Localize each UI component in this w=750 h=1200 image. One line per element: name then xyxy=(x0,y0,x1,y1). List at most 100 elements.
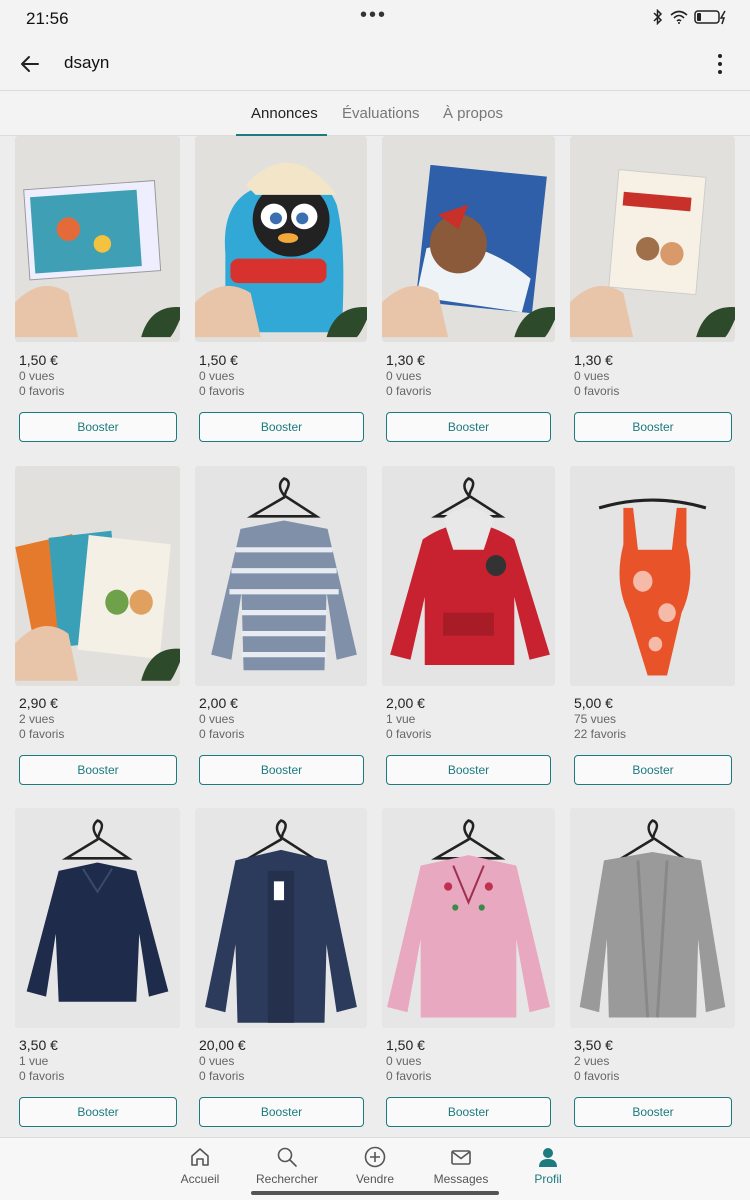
listing-card[interactable]: 1,50 €0 vues 0 favoris Booster xyxy=(15,136,180,446)
listing-photo[interactable] xyxy=(570,466,735,686)
bluetooth-icon xyxy=(653,9,663,25)
listing-price: 20,00 € xyxy=(199,1037,246,1053)
listing-views: 0 vues xyxy=(386,1054,422,1068)
tab-annonces[interactable]: Annonces xyxy=(251,105,318,122)
listing-favorites: 0 favoris xyxy=(574,1069,620,1083)
listing-views: 2 vues xyxy=(19,712,55,726)
listing-favorites: 22 favoris xyxy=(574,727,627,741)
kebab-dot xyxy=(718,54,722,58)
listing-photo[interactable] xyxy=(382,136,555,342)
listing-views: 75 vues xyxy=(574,712,617,726)
listing-favorites: 0 favoris xyxy=(574,384,620,398)
home-indicator xyxy=(251,1191,499,1195)
listing-photo[interactable] xyxy=(195,808,367,1028)
listing-card[interactable]: 2,90 €2 vues 0 favoris Booster xyxy=(15,466,180,785)
listing-photo[interactable] xyxy=(195,466,367,686)
listing-photo[interactable] xyxy=(570,808,735,1028)
listing-photo[interactable] xyxy=(195,136,367,342)
listing-price: 1,30 € xyxy=(574,352,613,368)
nav-label: Messages xyxy=(433,1172,489,1186)
booster-button[interactable]: Booster xyxy=(574,755,732,785)
booster-button[interactable]: Booster xyxy=(574,412,732,442)
nav-item-profil[interactable]: Profil xyxy=(503,1146,593,1186)
status-bar: 21:56 ••• xyxy=(0,0,750,38)
listing-price: 2,00 € xyxy=(386,695,425,711)
booster-button[interactable]: Booster xyxy=(574,1097,732,1127)
listing-card[interactable]: 1,50 €0 vues 0 favoris Booster xyxy=(382,808,555,1127)
listing-views: 2 vues xyxy=(574,1054,610,1068)
listing-views: 0 vues xyxy=(19,369,55,383)
back-button[interactable] xyxy=(16,50,44,78)
listing-price: 1,50 € xyxy=(199,352,238,368)
listing-card[interactable]: 5,00 €75 vues 22 favoris Booster xyxy=(570,466,735,785)
tab-evaluations[interactable]: Évaluations xyxy=(342,105,420,122)
battery-charging-icon xyxy=(694,10,726,25)
listing-favorites: 0 favoris xyxy=(386,384,432,398)
listing-favorites: 0 favoris xyxy=(19,384,65,398)
nav-label: Accueil xyxy=(180,1172,220,1186)
listing-photo[interactable] xyxy=(15,466,180,686)
nav-label: Vendre xyxy=(355,1172,395,1186)
listing-views: 1 vue xyxy=(386,712,416,726)
listing-photo[interactable] xyxy=(570,136,735,342)
booster-button[interactable]: Booster xyxy=(386,1097,551,1127)
app-header: dsayn xyxy=(0,38,750,90)
listing-favorites: 0 favoris xyxy=(386,727,432,741)
booster-button[interactable]: Booster xyxy=(19,755,177,785)
listing-favorites: 0 favoris xyxy=(19,727,65,741)
kebab-dot xyxy=(718,70,722,74)
listing-price: 1,50 € xyxy=(19,352,58,368)
listing-card[interactable]: 20,00 €0 vues 0 favoris Booster xyxy=(195,808,367,1127)
booster-button[interactable]: Booster xyxy=(386,412,551,442)
nav-label: Profil xyxy=(534,1172,562,1186)
envelope-icon xyxy=(451,1150,471,1165)
listing-card[interactable]: 2,00 €1 vue 0 favoris Booster xyxy=(382,466,555,785)
listing-price: 1,50 € xyxy=(386,1037,425,1053)
listing-card[interactable]: 1,50 €0 vues 0 favoris Booster xyxy=(195,136,367,446)
booster-button[interactable]: Booster xyxy=(199,755,364,785)
listing-price: 3,50 € xyxy=(19,1037,58,1053)
listing-views: 0 vues xyxy=(199,1054,235,1068)
wifi-icon xyxy=(670,10,688,24)
listing-price: 3,50 € xyxy=(574,1037,613,1053)
nav-label: Rechercher xyxy=(255,1172,319,1186)
arrow-left-icon xyxy=(21,56,39,72)
listing-photo[interactable] xyxy=(382,808,555,1028)
listing-card[interactable]: 2,00 €0 vues 0 favoris Booster xyxy=(195,466,367,785)
plus-circle-icon xyxy=(364,1146,386,1168)
home-icon xyxy=(191,1148,209,1166)
listing-views: 0 vues xyxy=(199,712,235,726)
more-options-button[interactable] xyxy=(708,50,732,78)
kebab-dot xyxy=(718,62,722,66)
booster-button[interactable]: Booster xyxy=(19,1097,177,1127)
booster-button[interactable]: Booster xyxy=(386,755,551,785)
nav-item-messages[interactable]: Messages xyxy=(416,1146,506,1186)
more-dots-icon: ••• xyxy=(360,4,388,26)
nav-item-accueil[interactable]: Accueil xyxy=(155,1146,245,1186)
listing-photo[interactable] xyxy=(15,808,180,1028)
listing-card[interactable]: 3,50 €1 vue 0 favoris Booster xyxy=(15,808,180,1127)
listing-card[interactable]: 1,30 €0 vues 0 favoris Booster xyxy=(570,136,735,446)
listing-price: 1,30 € xyxy=(386,352,425,368)
listing-views: 0 vues xyxy=(574,369,610,383)
listing-views: 0 vues xyxy=(386,369,422,383)
status-time: 21:56 xyxy=(26,9,69,28)
listing-photo[interactable] xyxy=(15,136,180,342)
search-icon xyxy=(277,1147,297,1167)
nav-item-vendre[interactable]: Vendre xyxy=(330,1146,420,1186)
listings-grid: 1,50 €0 vues 0 favoris Booster 1,50 €0 vues… xyxy=(0,136,750,1136)
booster-button[interactable]: Booster xyxy=(199,1097,364,1127)
listing-favorites: 0 favoris xyxy=(199,1069,245,1083)
tab-a-propos[interactable]: À propos xyxy=(443,105,503,122)
listing-card[interactable]: 1,30 €0 vues 0 favoris Booster xyxy=(382,136,555,446)
listing-price: 5,00 € xyxy=(574,695,613,711)
booster-button[interactable]: Booster xyxy=(19,412,177,442)
profile-tabs: Annonces Évaluations À propos xyxy=(0,90,750,136)
page-title: dsayn xyxy=(64,53,110,72)
listing-card[interactable]: 3,50 €2 vues 0 favoris Booster xyxy=(570,808,735,1127)
booster-button[interactable]: Booster xyxy=(199,412,364,442)
listing-views: 1 vue xyxy=(19,1054,49,1068)
nav-item-rechercher[interactable]: Rechercher xyxy=(242,1146,332,1186)
status-icons xyxy=(652,9,728,25)
listing-photo[interactable] xyxy=(382,466,555,686)
